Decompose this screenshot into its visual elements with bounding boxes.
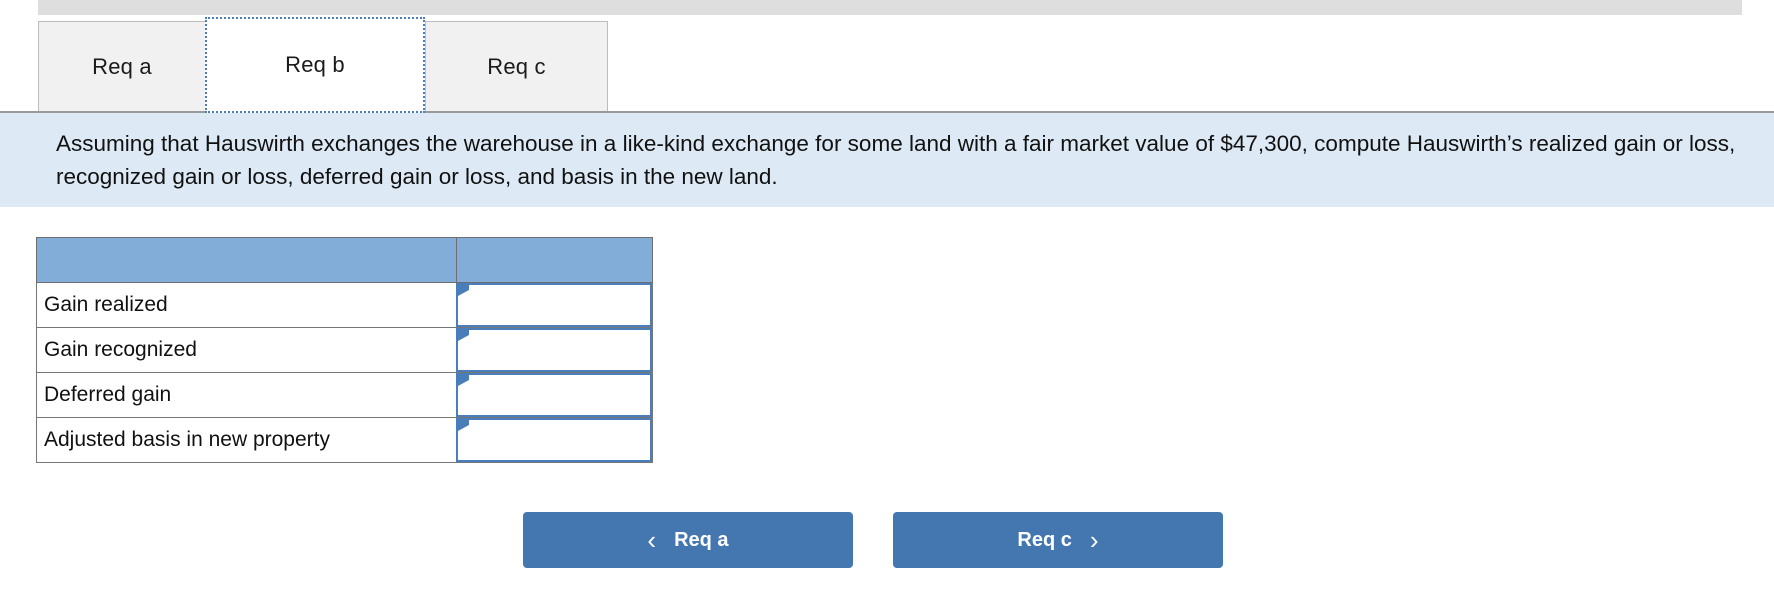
row-input-cell-adjusted-basis[interactable] <box>456 417 653 463</box>
requirement-tab-bar: Req a Req b Req c <box>38 17 608 113</box>
next-button-label: Req c <box>1017 528 1072 551</box>
table-header-value-cell <box>456 237 653 283</box>
instruction-text: Assuming that Hauswirth exchanges the wa… <box>56 131 1736 189</box>
top-gray-strip <box>38 0 1742 15</box>
row-label-gain-realized: Gain realized <box>36 282 457 328</box>
tab-req-a[interactable]: Req a <box>38 21 205 113</box>
row-input-cell-gain-realized[interactable] <box>456 282 653 328</box>
prev-button-label: Req a <box>674 528 729 551</box>
input-gain-realized[interactable] <box>456 283 652 327</box>
answer-table: Gain realized Gain recognized Deferred g… <box>36 237 653 463</box>
navigation-buttons: ‹ Req a Req c › <box>523 512 1223 568</box>
tab-req-a-label: Req a <box>92 54 152 79</box>
row-input-cell-deferred-gain[interactable] <box>456 372 653 418</box>
tab-req-c[interactable]: Req c <box>425 21 608 113</box>
table-header-row <box>36 237 653 283</box>
tab-req-c-label: Req c <box>487 54 546 79</box>
table-row: Gain recognized <box>36 327 653 373</box>
chevron-right-icon: › <box>1089 525 1099 555</box>
row-label-deferred-gain: Deferred gain <box>36 372 457 418</box>
input-adjusted-basis[interactable] <box>456 418 652 462</box>
chevron-left-icon: ‹ <box>647 525 657 555</box>
input-deferred-gain[interactable] <box>456 373 652 417</box>
table-row: Adjusted basis in new property <box>36 417 653 463</box>
tab-req-b[interactable]: Req b <box>205 17 425 113</box>
row-label-gain-recognized: Gain recognized <box>36 327 457 373</box>
row-input-cell-gain-recognized[interactable] <box>456 327 653 373</box>
next-req-c-button[interactable]: Req c › <box>893 512 1223 568</box>
table-row: Gain realized <box>36 282 653 328</box>
instruction-panel: Assuming that Hauswirth exchanges the wa… <box>0 113 1774 207</box>
table-row: Deferred gain <box>36 372 653 418</box>
table-header-label-cell <box>36 237 457 283</box>
row-label-adjusted-basis: Adjusted basis in new property <box>36 417 457 463</box>
prev-req-a-button[interactable]: ‹ Req a <box>523 512 853 568</box>
input-gain-recognized[interactable] <box>456 328 652 372</box>
tab-req-b-label: Req b <box>285 52 345 77</box>
